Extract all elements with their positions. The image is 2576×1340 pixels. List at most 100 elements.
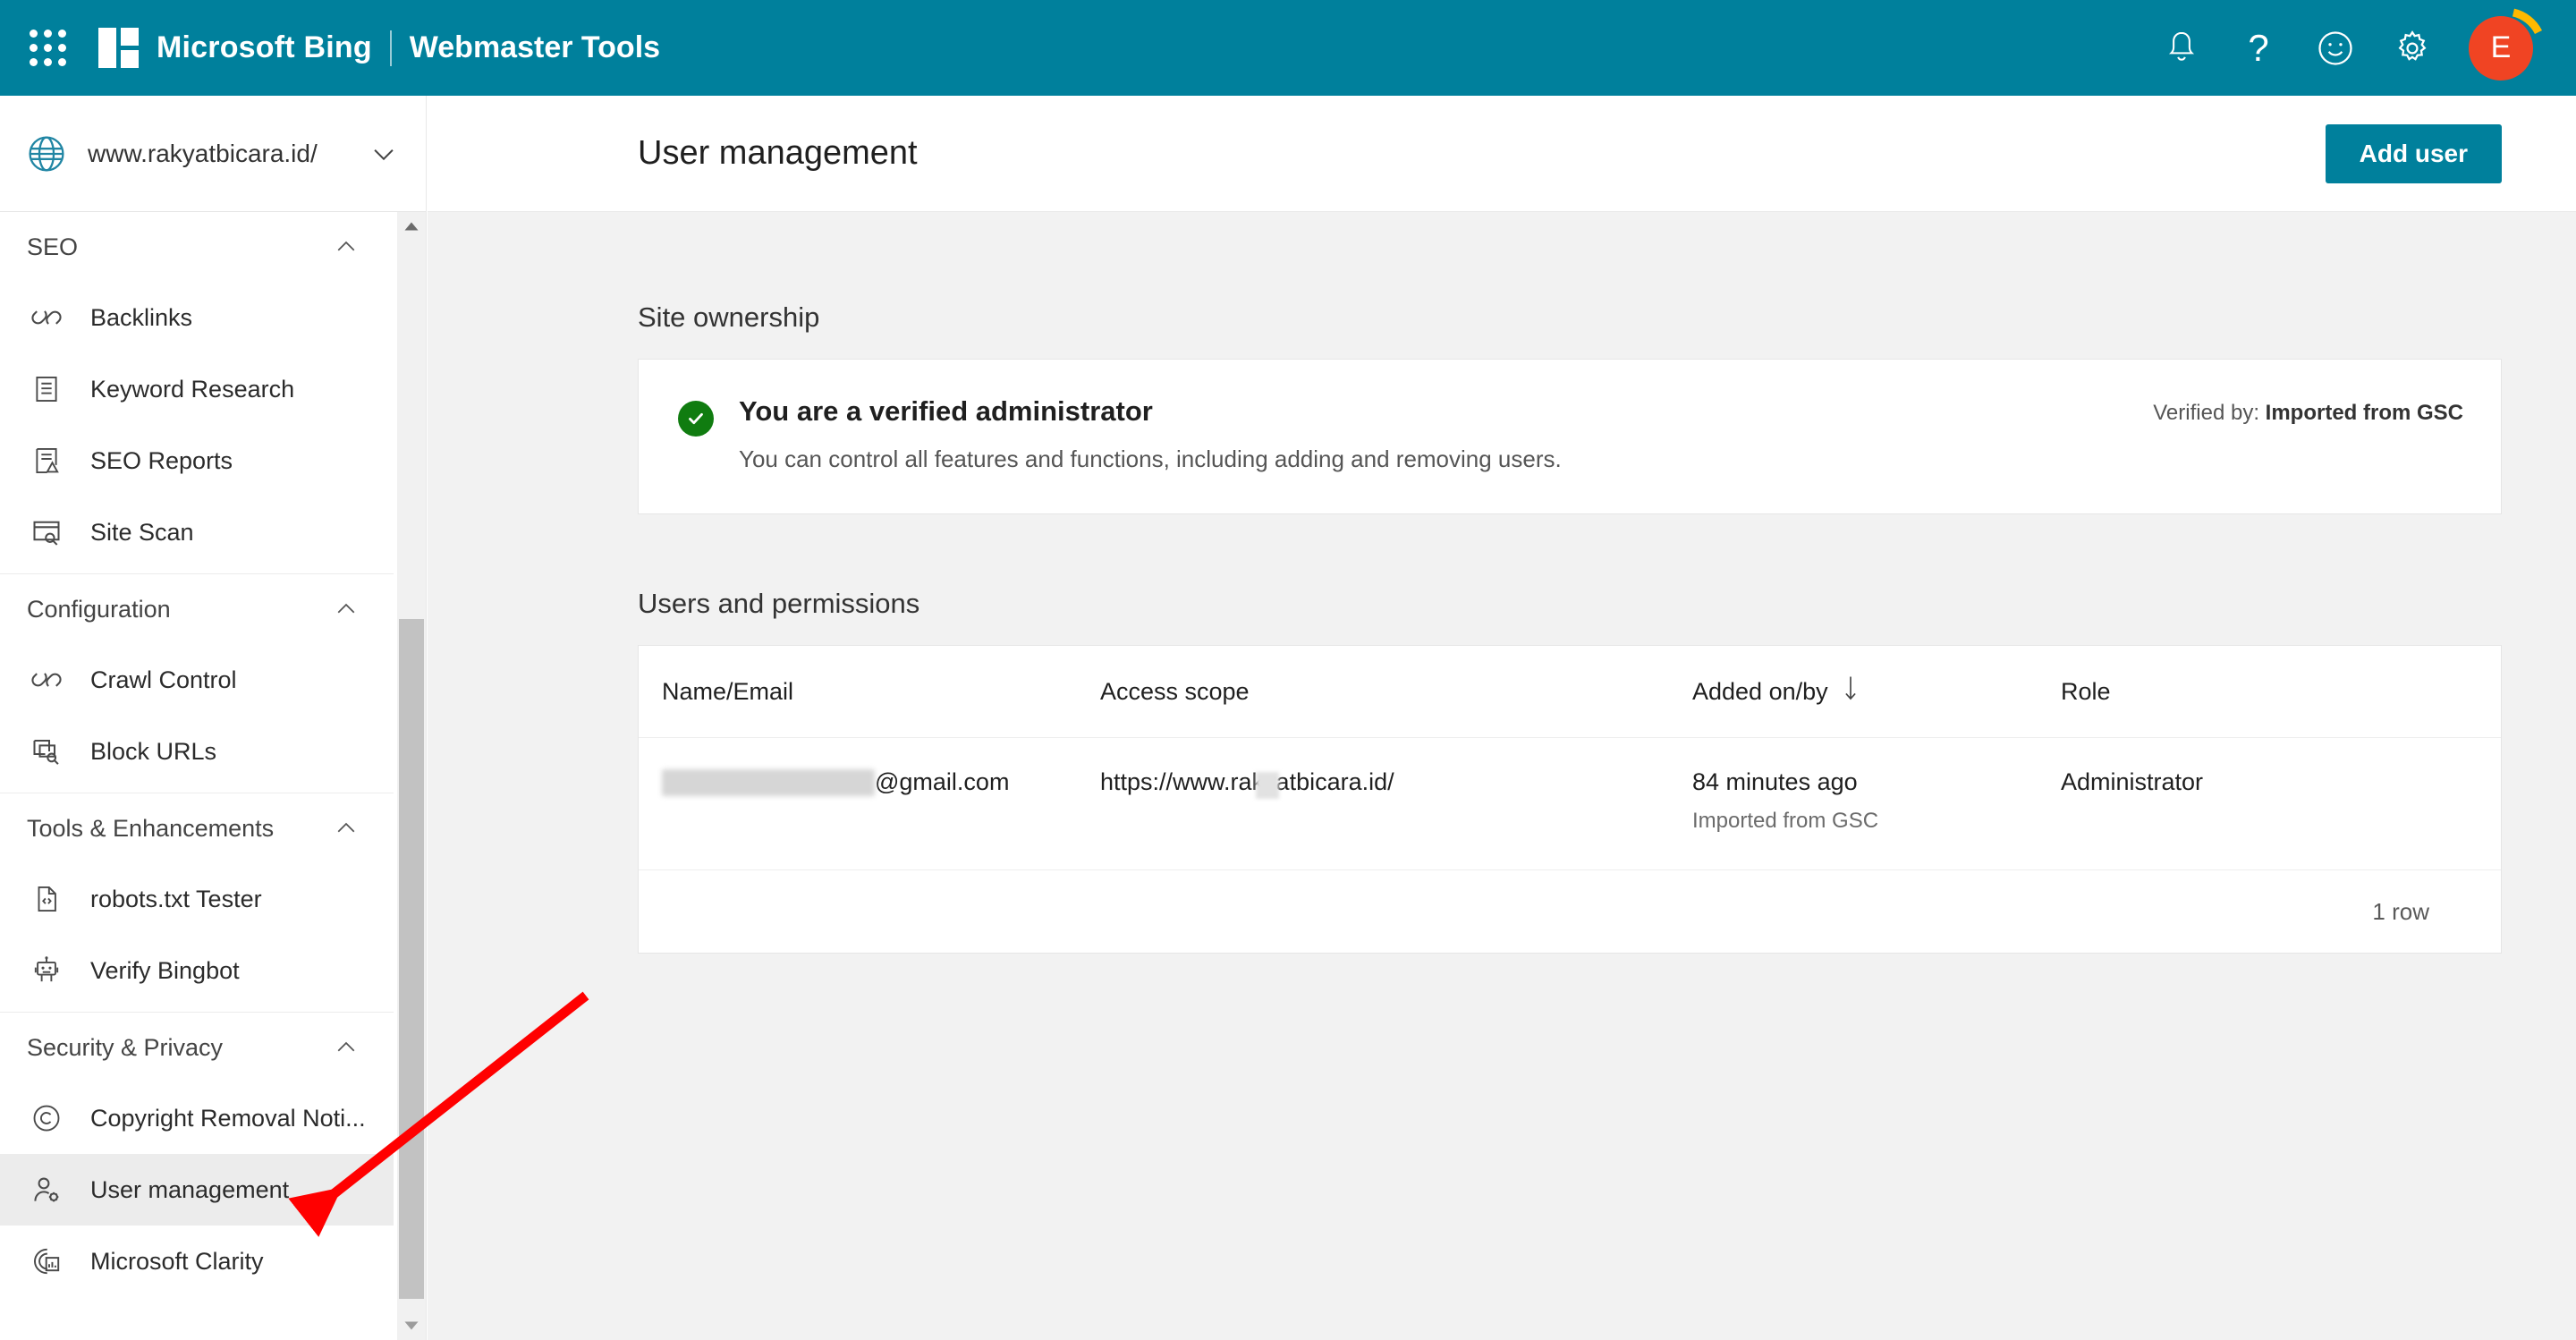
scroll-down-arrow-icon[interactable] xyxy=(397,1311,426,1340)
window-search-icon xyxy=(29,514,64,550)
windows-search-icon xyxy=(29,734,64,769)
column-header-role[interactable]: Role xyxy=(2061,678,2467,706)
sidebar-item-label: Keyword Research xyxy=(90,375,295,403)
add-user-button[interactable]: Add user xyxy=(2325,123,2502,183)
sidebar: www.rakyatbicara.id/ SEO Backlinks Keywo… xyxy=(0,96,427,1340)
report-warning-icon xyxy=(29,443,64,479)
nav-group-header-seo[interactable]: SEO xyxy=(0,212,394,282)
chevron-up-icon[interactable] xyxy=(333,596,360,623)
column-label: Access scope xyxy=(1100,677,1250,705)
column-label: Name/Email xyxy=(662,677,794,705)
sidebar-item-label: Microsoft Clarity xyxy=(90,1247,264,1275)
nav-group-header-security[interactable]: Security & Privacy xyxy=(0,1013,394,1082)
page-header: User management Add user xyxy=(428,96,2576,212)
users-permissions-heading: Users and permissions xyxy=(638,588,920,619)
table-footer: 1 row xyxy=(639,870,2501,953)
nav-group-title: Security & Privacy xyxy=(27,1033,224,1061)
scrollbar-thumb[interactable] xyxy=(399,619,424,1299)
cell-name-email: @gmail.com xyxy=(662,768,1100,796)
product-name: Webmaster Tools xyxy=(409,30,661,64)
sidebar-item-microsoft-clarity[interactable]: Microsoft Clarity xyxy=(0,1226,394,1297)
sidebar-item-label: Copyright Removal Noti... xyxy=(90,1104,366,1132)
redacted-url-block xyxy=(1256,772,1279,799)
ownership-status-title: You are a verified administrator xyxy=(739,395,1153,427)
bing-logo[interactable]: Microsoft Bing Webmaster Tools xyxy=(98,28,660,68)
nav-group-title: Configuration xyxy=(27,595,171,623)
chevron-up-icon[interactable] xyxy=(333,233,360,260)
email-value: @gmail.com xyxy=(662,768,1100,796)
sidebar-item-backlinks[interactable]: Backlinks xyxy=(0,282,394,353)
link-icon xyxy=(29,300,64,335)
site-selector[interactable]: www.rakyatbicara.id/ xyxy=(0,96,426,212)
column-header-added-on-by[interactable]: Added on/by xyxy=(1692,675,2061,708)
page-title: User management xyxy=(638,134,918,172)
brand-name: Microsoft Bing xyxy=(157,30,372,64)
list-document-icon xyxy=(29,371,64,407)
chevron-up-icon[interactable] xyxy=(333,1034,360,1061)
column-header-name-email[interactable]: Name/Email xyxy=(662,678,1100,706)
sidebar-item-verify-bingbot[interactable]: Verify Bingbot xyxy=(0,935,394,1006)
nav-group-tools-enhancements: Tools & Enhancements robots.txt Tester V… xyxy=(0,793,394,1013)
nav-group-configuration: Configuration Crawl Control Block URLs xyxy=(0,574,394,793)
code-file-icon xyxy=(29,881,64,917)
app-launcher-icon[interactable] xyxy=(20,21,75,76)
verified-by: Verified by: Imported from GSC xyxy=(2153,401,2463,426)
access-scope-text: https://www.rakyatbicara.id/ xyxy=(1100,768,1394,795)
sidebar-item-site-scan[interactable]: Site Scan xyxy=(0,496,394,568)
nav-group-header-configuration[interactable]: Configuration xyxy=(0,574,394,644)
avatar[interactable]: E xyxy=(2469,15,2533,81)
chevron-down-icon[interactable] xyxy=(369,139,399,169)
app-root: Microsoft Bing Webmaster Tools ? E www.r… xyxy=(0,0,2576,1340)
column-header-access-scope[interactable]: Access scope xyxy=(1100,678,1692,706)
added-on-value: 84 minutes ago xyxy=(1692,768,1858,795)
notifications-bell-icon[interactable] xyxy=(2143,10,2220,87)
sidebar-item-label: robots.txt Tester xyxy=(90,885,262,912)
scroll-up-arrow-icon[interactable] xyxy=(397,212,426,241)
copyright-icon xyxy=(29,1100,64,1136)
users-table: Name/Email Access scope Added on/by Role… xyxy=(638,645,2502,954)
settings-gear-icon[interactable] xyxy=(2374,10,2451,87)
email-domain: @gmail.com xyxy=(875,768,1010,795)
sidebar-item-robots-txt-tester[interactable]: robots.txt Tester xyxy=(0,863,394,935)
table-row[interactable]: @gmail.com https://www.rakyatbicara.id/ … xyxy=(639,738,2501,870)
row-count-label: 1 row xyxy=(2372,897,2429,925)
site-url-label: www.rakyatbicara.id/ xyxy=(88,139,318,167)
user-avatar-container[interactable]: E xyxy=(2462,7,2544,89)
verified-by-label: Verified by: xyxy=(2153,401,2259,425)
chevron-up-icon[interactable] xyxy=(333,815,360,842)
sidebar-item-copyright-removal[interactable]: Copyright Removal Noti... xyxy=(0,1082,394,1154)
sidebar-item-block-urls[interactable]: Block URLs xyxy=(0,716,394,787)
header-actions: ? E xyxy=(2143,7,2544,89)
nav-group-title: Tools & Enhancements xyxy=(27,814,275,842)
column-label: Role xyxy=(2061,677,2111,705)
user-settings-icon xyxy=(29,1172,64,1208)
nav-group-header-tools[interactable]: Tools & Enhancements xyxy=(0,793,394,863)
sidebar-nav: SEO Backlinks Keyword Research SEO Repor… xyxy=(0,212,394,1302)
microsoft-squares-icon xyxy=(98,28,139,68)
sidebar-item-label: Backlinks xyxy=(90,303,193,331)
help-glyph: ? xyxy=(2248,26,2269,69)
help-icon[interactable]: ? xyxy=(2220,10,2297,87)
feedback-smiley-icon[interactable] xyxy=(2297,10,2374,87)
role-value: Administrator xyxy=(2061,768,2204,795)
sidebar-item-crawl-control[interactable]: Crawl Control xyxy=(0,644,394,716)
cell-role: Administrator xyxy=(2061,768,2467,796)
sidebar-item-label: Verify Bingbot xyxy=(90,956,240,984)
sidebar-nav-scroll-area: SEO Backlinks Keyword Research SEO Repor… xyxy=(0,212,426,1340)
sort-arrow-down-icon[interactable] xyxy=(1841,675,1860,708)
link-icon xyxy=(29,662,64,698)
sidebar-item-seo-reports[interactable]: SEO Reports xyxy=(0,425,394,496)
sidebar-item-user-management[interactable]: User management xyxy=(0,1154,394,1226)
sidebar-item-keyword-research[interactable]: Keyword Research xyxy=(0,353,394,425)
robot-icon xyxy=(29,953,64,988)
sidebar-item-label: User management xyxy=(90,1175,290,1203)
sidebar-scrollbar[interactable] xyxy=(397,212,426,1340)
table-header-row: Name/Email Access scope Added on/by Role xyxy=(639,646,2501,738)
globe-icon xyxy=(25,132,68,175)
redacted-email-block xyxy=(662,768,875,796)
verified-by-value: Imported from GSC xyxy=(2265,401,2463,425)
content-area: Site ownership You are a verified admini… xyxy=(428,212,2576,954)
sidebar-item-label: Crawl Control xyxy=(90,666,237,693)
added-by-value: Imported from GSC xyxy=(1692,809,1879,833)
cell-access-scope: https://www.rakyatbicara.id/ xyxy=(1100,768,1692,799)
